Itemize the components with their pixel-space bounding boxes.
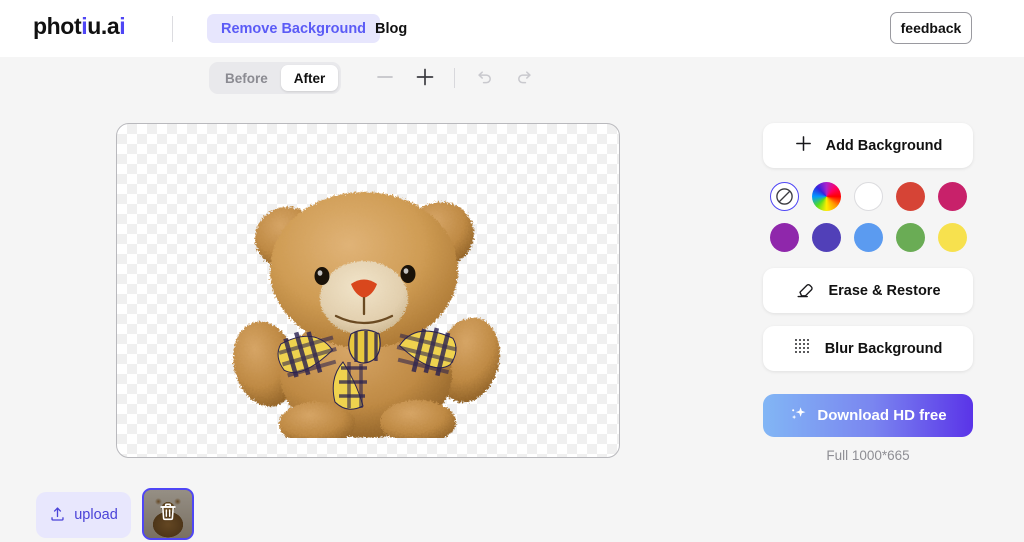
app-root: photiu.ai Remove Background Blog feedbac… bbox=[0, 0, 1024, 542]
swatch-indigo[interactable] bbox=[811, 223, 841, 252]
brand-logo[interactable]: photiu.ai bbox=[33, 13, 126, 40]
blur-background-button[interactable]: Blur Background bbox=[763, 326, 973, 371]
add-background-button[interactable]: Add Background bbox=[763, 123, 973, 168]
tools-panel: Add Background Erase & Restore Blur Back… bbox=[763, 123, 973, 463]
swatch-green[interactable] bbox=[895, 223, 925, 252]
feedback-button[interactable]: feedback bbox=[890, 12, 972, 44]
sparkle-icon bbox=[789, 404, 808, 427]
logo-text-b: u.a bbox=[87, 13, 120, 39]
nav-blog-label: Blog bbox=[375, 20, 408, 37]
swatch-yellow[interactable] bbox=[937, 223, 967, 252]
add-background-label: Add Background bbox=[825, 137, 943, 154]
plus-icon bbox=[794, 134, 813, 157]
zoom-in-button[interactable] bbox=[405, 62, 445, 94]
upload-icon bbox=[49, 505, 66, 526]
image-canvas[interactable] bbox=[116, 123, 620, 458]
swatch-color-picker[interactable] bbox=[811, 182, 841, 211]
erase-restore-label: Erase & Restore bbox=[828, 282, 941, 299]
erase-restore-button[interactable]: Erase & Restore bbox=[763, 268, 973, 313]
redo-button[interactable] bbox=[504, 62, 544, 94]
swatch-crimson[interactable] bbox=[937, 182, 967, 211]
swatch-blue[interactable] bbox=[853, 223, 883, 252]
logo-text-a: phot bbox=[33, 13, 82, 39]
toggle-after[interactable]: After bbox=[280, 65, 339, 91]
nav-remove-background-label: Remove Background bbox=[221, 20, 367, 37]
image-size-label: Full 1000*665 bbox=[826, 448, 910, 463]
teddy-bear-artwork bbox=[233, 192, 500, 438]
plus-icon bbox=[415, 67, 435, 90]
header-divider bbox=[172, 16, 173, 42]
toolbar-separator bbox=[454, 68, 456, 88]
image-thumbnail[interactable] bbox=[142, 488, 194, 540]
before-after-toggle[interactable]: Before After bbox=[209, 62, 342, 94]
swatch-purple[interactable] bbox=[769, 223, 799, 252]
no-background-icon bbox=[775, 188, 793, 205]
app-header: photiu.ai Remove Background Blog feedbac… bbox=[0, 0, 1024, 57]
redo-icon bbox=[515, 67, 534, 89]
eraser-icon bbox=[795, 279, 815, 303]
swatch-none[interactable] bbox=[769, 182, 799, 211]
background-color-swatches bbox=[763, 182, 973, 252]
download-hd-button[interactable]: Download HD free bbox=[763, 394, 973, 437]
logo-dot-ai: i bbox=[119, 13, 126, 39]
nav-item-remove-background[interactable]: Remove Background bbox=[207, 14, 381, 43]
toggle-before[interactable]: Before bbox=[212, 65, 281, 91]
blur-grid-icon bbox=[794, 338, 812, 360]
canvas-toolbar: Before After bbox=[209, 62, 544, 94]
teddy-bear-image bbox=[117, 124, 619, 457]
swatch-red[interactable] bbox=[895, 182, 925, 211]
blur-background-label: Blur Background bbox=[824, 340, 943, 357]
upload-button[interactable]: upload bbox=[36, 492, 131, 538]
trash-icon bbox=[157, 501, 179, 528]
delete-thumbnail-button[interactable] bbox=[144, 490, 192, 538]
upload-label: upload bbox=[74, 507, 118, 523]
zoom-out-button[interactable] bbox=[365, 62, 405, 94]
download-label: Download HD free bbox=[817, 407, 947, 424]
minus-icon bbox=[376, 68, 394, 89]
undo-button[interactable] bbox=[464, 62, 504, 94]
bear-eye-right bbox=[400, 265, 416, 283]
nav-item-blog[interactable]: Blog bbox=[375, 14, 407, 43]
swatch-white[interactable] bbox=[853, 182, 883, 211]
undo-icon bbox=[475, 67, 494, 89]
bear-eye-left bbox=[314, 267, 330, 285]
